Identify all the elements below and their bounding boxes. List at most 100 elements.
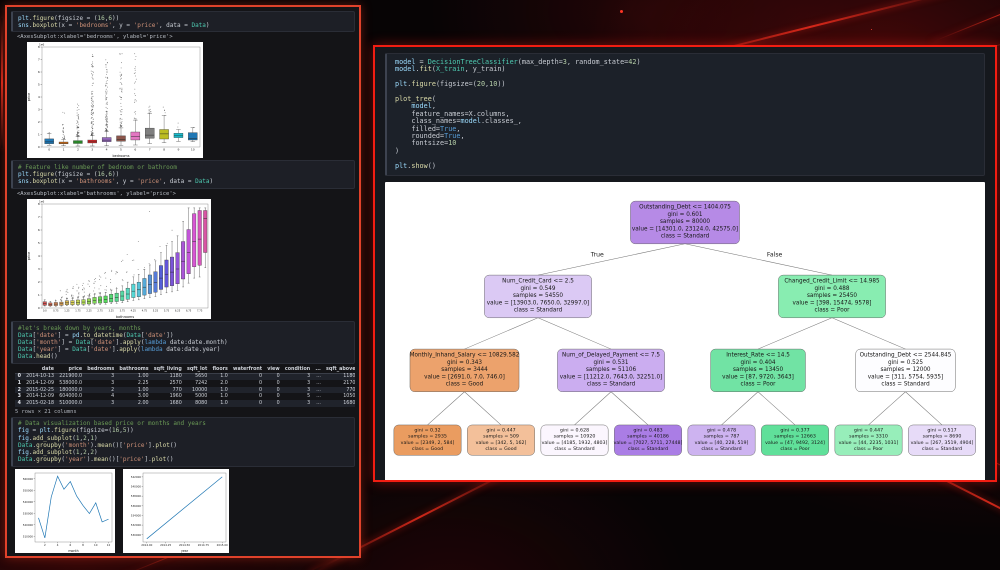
svg-text:2: 2: [38, 280, 40, 284]
code-line: ): [395, 146, 400, 155]
table-cell: 0: [276, 381, 280, 387]
table-cell: 2014-10-13: [26, 374, 55, 380]
table-cell: 2014-12-09: [26, 394, 55, 400]
line-chart-month: 510000 520000 530000 540000 550000 560000 2 4 6 8…: [15, 468, 115, 553]
boxplot-bathrooms-figure: 0123456781e60.0 0.75 1.25 1.75 2.25 2.75 3.25 3…: [27, 199, 211, 320]
svg-text:2014.75: 2014.75: [198, 543, 209, 547]
column-header: price: [56, 366, 85, 374]
dataframe-table: date price bedrooms bathrooms sqft_living sqf…: [15, 366, 355, 407]
svg-text:2014.25: 2014.25: [160, 543, 171, 547]
code-line: sns.boxplot(x = 'bathrooms', y = 'price'…: [18, 178, 214, 186]
notebook-window-decision-tree[interactable]: model = DecisionTreeClassifier(max_depth…: [373, 45, 997, 482]
code-line: # Data visualization based price or mont…: [18, 420, 206, 428]
svg-text:1: 1: [63, 148, 65, 152]
table-cell: 0: [259, 400, 263, 406]
table-row: 0 2014-10-13 221900.0 3 1.00 1180 5650 1.0 0 0 3..…: [15, 373, 355, 381]
svg-text:530000: 530000: [23, 511, 34, 515]
table-row: 2 2015-02-25 180000.0 2 1.00 770 10000 1.0 0 0 3..…: [15, 386, 355, 394]
tree-node: gini = 0.628 samples = 10920 value = [4185…: [540, 424, 609, 456]
svg-text:550000: 550000: [23, 488, 34, 492]
code-cell-month-year-plots[interactable]: # Data visualization based price or mont…: [11, 416, 355, 467]
table-row: 3 2014-12-09 604000.0 4 3.00 1960 5000 1.0 0 0 5..…: [15, 393, 355, 400]
svg-text:5.25: 5.25: [153, 309, 159, 312]
svg-text:2.25: 2.25: [86, 309, 92, 312]
svg-text:6: 6: [38, 71, 40, 75]
tree-edge: [905, 391, 943, 426]
code-line: Data.head(): [18, 353, 58, 361]
edge-label: True: [590, 251, 604, 258]
svg-text:6: 6: [38, 228, 40, 232]
code-line: fontsize=10: [395, 139, 457, 148]
row-index: 3: [17, 394, 21, 400]
code-line: plot_tree(: [395, 95, 436, 104]
svg-text:4: 4: [38, 96, 40, 100]
table-cell: 4: [111, 394, 115, 400]
code-line: # Feature like number of bedroom or bath…: [18, 163, 177, 171]
svg-text:3.25: 3.25: [109, 309, 115, 312]
table-cell: 2015-02-18: [26, 400, 55, 406]
svg-text:1e6: 1e6: [39, 43, 45, 47]
tree-node: gini = 0.483 samples = 40186 value = [7027…: [614, 424, 683, 456]
desktop: { "desktop": {"accent_red": "#ff2619"}, …: [0, 0, 1000, 570]
table-cell: 0: [259, 374, 263, 380]
svg-text:3: 3: [91, 148, 93, 152]
column-header: sqft_above: [323, 366, 355, 374]
table-cell: 538000.0: [59, 381, 83, 387]
column-header: sqft_living: [151, 366, 185, 374]
svg-text:7: 7: [38, 58, 40, 62]
column-header: bedrooms: [84, 366, 117, 374]
table-cell: 1.00: [137, 387, 149, 393]
code-line: class_names=model.classes_,: [395, 117, 522, 126]
svg-text:12: 12: [107, 543, 111, 547]
tree-edge: [831, 317, 906, 350]
svg-text:4: 4: [106, 148, 108, 152]
figure-decision-tree: True False Outstanding_Debt <= 1404.075 gin…: [385, 182, 985, 480]
notebook-window-housing-analysis[interactable]: plt.figure(figsize = (16,6)) sns.boxplot(…: [5, 5, 361, 558]
table-cell: 3: [307, 381, 311, 387]
svg-text:4.75: 4.75: [142, 309, 148, 312]
svg-text:540000: 540000: [131, 484, 142, 488]
code-cell-date-breakdown[interactable]: #let's break down by years, months Data['…: [11, 321, 355, 365]
table-cell: 1.0: [220, 374, 228, 380]
svg-text:5: 5: [38, 241, 40, 245]
code-line: plt.figure(figsize=(20,10)): [395, 80, 506, 89]
tree-node: Outstanding_Debt <= 1404.075 gini = 0.601…: [630, 201, 740, 245]
table-cell: 2570: [169, 381, 182, 387]
svg-text:bathrooms: bathrooms: [116, 315, 134, 319]
tree-edge: [464, 391, 502, 426]
row-index: 4: [17, 400, 21, 406]
code-cell-boxplot-bedrooms[interactable]: plt.figure(figsize = (16,6)) sns.boxplot(…: [11, 11, 355, 33]
table-cell: ...: [316, 381, 321, 387]
svg-text:7.75: 7.75: [197, 309, 203, 312]
table-cell: 3: [307, 374, 311, 380]
table-cell: 5: [307, 394, 311, 400]
code-line: Data['date'] = pd.to_datetime(Data['date…: [18, 331, 174, 339]
code-line: filled=True,: [395, 124, 461, 133]
tree-edge: [757, 317, 833, 350]
svg-text:1.75: 1.75: [75, 309, 81, 312]
svg-text:0: 0: [38, 306, 40, 310]
table-cell: 2170: [343, 381, 355, 387]
code-line: sns.boxplot(x = 'bedrooms', y = 'price',…: [18, 21, 210, 29]
svg-text:bedrooms: bedrooms: [113, 154, 130, 158]
table-cell: 2.0: [220, 381, 228, 387]
table-row: 1 2014-12-09 538000.0 3 2.25 2570 7242 2.0 0 0 3..…: [15, 380, 355, 387]
code-line: Data['year'] = Data['date'].apply(lambda…: [18, 346, 221, 354]
svg-text:2: 2: [44, 543, 46, 547]
row-index: 1: [17, 381, 21, 387]
tree-edge: [610, 391, 649, 426]
table-cell: 510000.0: [59, 400, 83, 406]
tree-edge: [868, 391, 906, 426]
column-header: floors: [209, 366, 231, 374]
table-header-row: date price bedrooms bathrooms sqft_living sqf…: [15, 366, 355, 374]
column-header: bathrooms: [116, 366, 152, 374]
tree-edge: False: [684, 243, 833, 276]
code-line: fig.add_subplot(1,2,2): [18, 448, 98, 456]
table-cell: 5650: [195, 374, 208, 380]
table-cell: 1180: [343, 374, 355, 380]
code-cell-plot-tree[interactable]: model = DecisionTreeClassifier(max_depth…: [385, 53, 985, 177]
svg-text:8: 8: [82, 543, 84, 547]
svg-text:1.25: 1.25: [64, 309, 70, 312]
code-cell-boxplot-bathrooms[interactable]: # Feature like number of bedroom or bath…: [11, 160, 355, 190]
